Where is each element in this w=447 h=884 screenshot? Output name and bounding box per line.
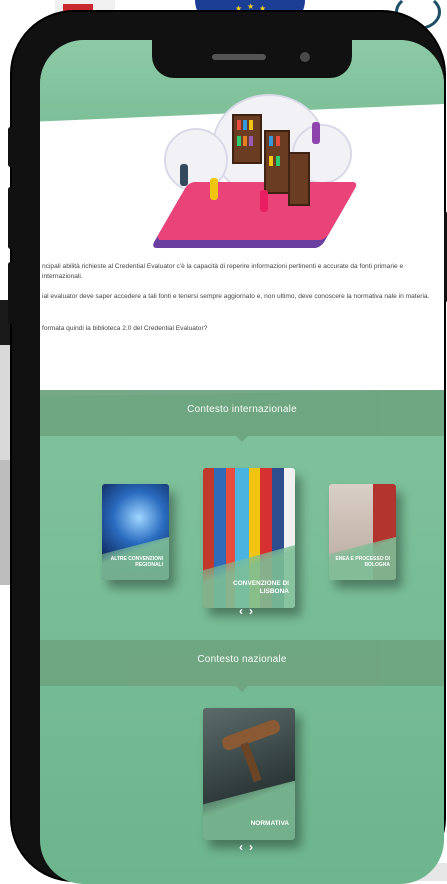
chevron-right-icon[interactable]: › <box>249 604 253 618</box>
carousel-nav-international: ‹ › <box>236 604 256 618</box>
chevron-left-icon[interactable]: ‹ <box>239 840 243 854</box>
carousel-nav-national: ‹ › <box>236 840 256 854</box>
phone-frame: ncipali abilità richieste al Credential … <box>8 12 447 884</box>
notch <box>152 40 352 78</box>
camera <box>300 52 310 62</box>
library-illustration <box>152 94 359 254</box>
speaker <box>212 54 266 60</box>
section-title: Contesto internazionale <box>187 404 297 415</box>
phone-screen: ncipali abilità richieste al Credential … <box>40 40 444 884</box>
book-label: ALTRE CONVENZIONI REGIONALI <box>110 556 163 568</box>
section-pointer <box>236 436 248 442</box>
book-altre-convenzioni[interactable]: ALTRE CONVENZIONI REGIONALI <box>102 484 169 580</box>
section-header-national: Contesto nazionale <box>40 640 444 692</box>
book-label: NORMATIVA <box>250 820 289 827</box>
volume-down-button <box>8 262 13 324</box>
chevron-right-icon[interactable]: › <box>249 840 253 854</box>
section-title: Contesto nazionale <box>197 654 287 665</box>
book-convenzione-lisbona[interactable]: CONVENZIONE DI LISBONA <box>203 468 295 608</box>
intro-paragraph-2: ial evaluator deve saper accedere a tali… <box>42 293 430 300</box>
volume-up-button <box>8 187 13 249</box>
book-label: CONVENZIONE DI LISBONA <box>233 580 289 595</box>
section-header-international: Contesto internazionale <box>40 390 444 442</box>
book-label: ENEA E PROCESSO DI BOLOGNA <box>335 556 390 568</box>
intro-paragraph-3: formata quindi la biblioteca 2.0 del Cre… <box>42 325 208 332</box>
intro-paragraph-1: ncipali abilità richieste al Credential … <box>42 263 404 280</box>
book-normativa[interactable]: NORMATIVA <box>203 708 295 840</box>
section-pointer <box>236 686 248 692</box>
gavel-icon <box>220 718 282 752</box>
book-enea-bologna[interactable]: ENEA E PROCESSO DI BOLOGNA <box>329 484 396 580</box>
mute-switch <box>8 127 13 167</box>
chevron-left-icon[interactable]: ‹ <box>239 604 243 618</box>
